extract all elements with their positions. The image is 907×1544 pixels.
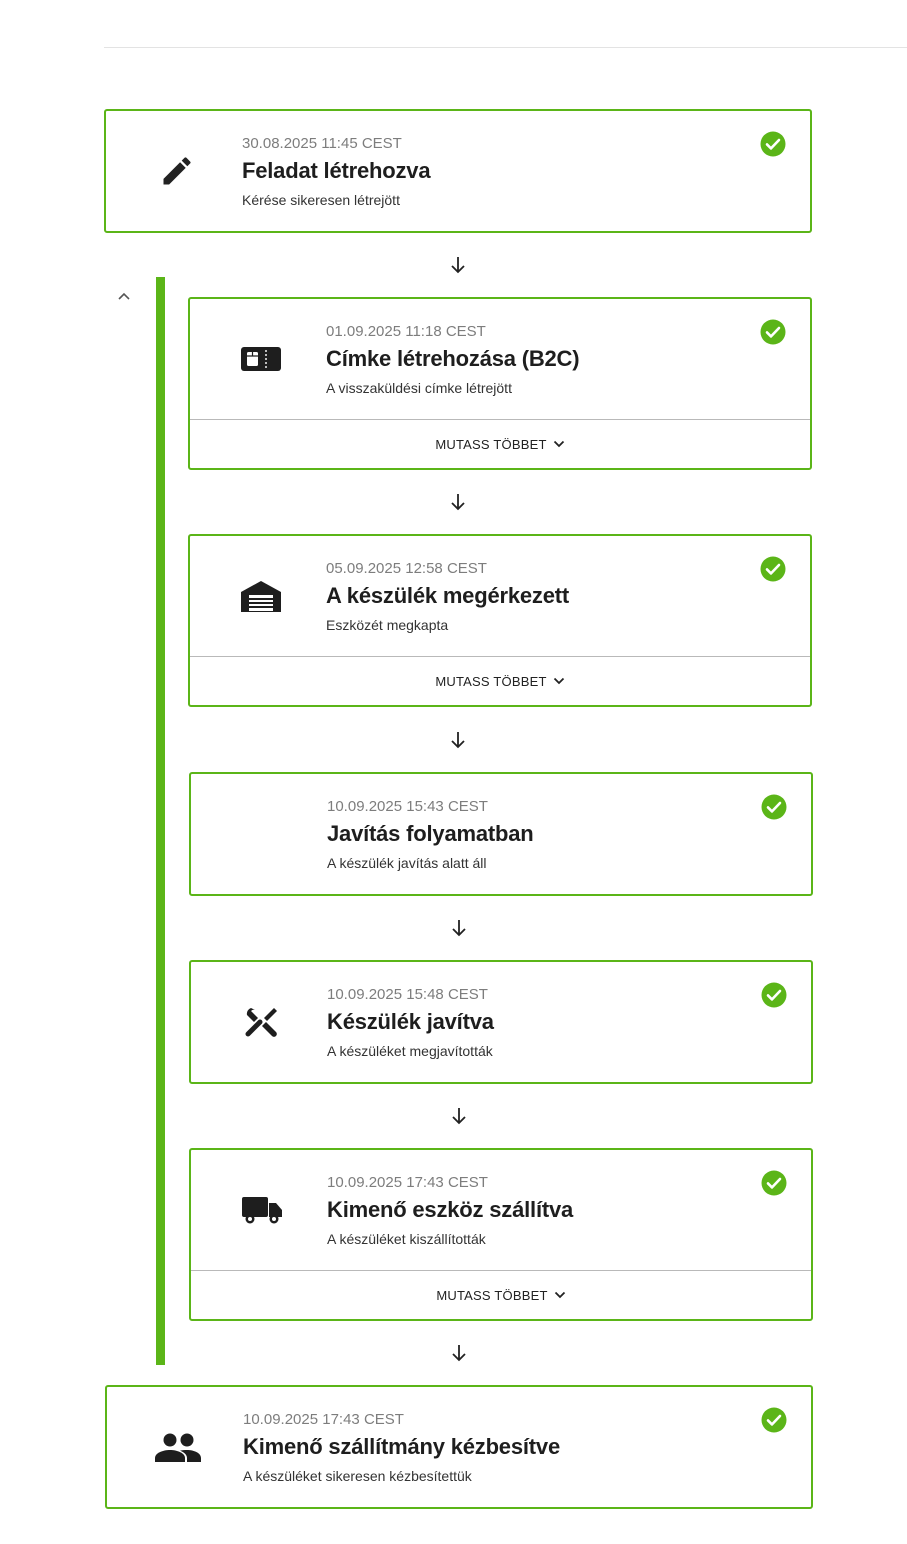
arrow-down-icon xyxy=(452,920,466,937)
pencil-icon xyxy=(106,111,248,231)
step-title: Címke létrehozása (B2C) xyxy=(326,346,580,371)
group-bracket-bar xyxy=(156,277,165,1365)
check-circle-icon xyxy=(760,319,786,345)
step-title: Készülék javítva xyxy=(327,1009,494,1034)
chevron-down-icon xyxy=(553,677,564,685)
tools-icon xyxy=(191,962,333,1082)
step-description: Eszközét megkapta xyxy=(326,617,449,633)
step-title: A készülék megérkezett xyxy=(326,583,570,608)
step-date: 10.09.2025 17:43 CEST xyxy=(243,1411,404,1428)
check-circle-icon xyxy=(760,556,786,582)
step-description: A készülék javítás alatt áll xyxy=(327,855,487,871)
label-ticket-icon xyxy=(190,299,332,419)
check-circle-icon xyxy=(761,1170,787,1196)
show-more-button[interactable]: MUTASS TÖBBET xyxy=(190,656,810,705)
arrow-down-icon xyxy=(451,257,465,274)
step-description: A készüléket megjavították xyxy=(327,1043,493,1059)
step-date: 10.09.2025 15:48 CEST xyxy=(327,986,488,1003)
show-more-label: MUTASS TÖBBET xyxy=(436,1287,548,1303)
chevron-down-icon xyxy=(553,440,564,448)
top-divider xyxy=(104,47,907,48)
timeline-step-device-arrived: 05.09.2025 12:58 CEST A készülék megérke… xyxy=(188,534,812,707)
arrow-down-icon xyxy=(451,494,465,511)
show-more-button[interactable]: MUTASS TÖBBET xyxy=(190,419,810,468)
timeline-step-label-created: 01.09.2025 11:18 CEST Címke létrehozása … xyxy=(188,297,812,470)
step-description: A készüléket sikeresen kézbesítettük xyxy=(243,1468,472,1484)
show-more-label: MUTASS TÖBBET xyxy=(435,436,547,452)
arrow-down-icon xyxy=(451,732,465,749)
step-title: Kimenő eszköz szállítva xyxy=(327,1197,574,1222)
step-title: Feladat létrehozva xyxy=(242,158,431,183)
step-title: Javítás folyamatban xyxy=(327,821,534,846)
step-date: 10.09.2025 17:43 CEST xyxy=(327,1174,488,1191)
timeline-step-delivered: 10.09.2025 17:43 CEST Kimenő szállítmány… xyxy=(105,1385,813,1509)
step-description: A visszaküldési címke létrejött xyxy=(326,380,512,396)
chevron-down-icon xyxy=(554,1291,565,1299)
show-more-label: MUTASS TÖBBET xyxy=(435,673,547,689)
check-circle-icon xyxy=(761,1407,787,1433)
step-date: 01.09.2025 11:18 CEST xyxy=(326,323,486,340)
step-date: 05.09.2025 12:58 CEST xyxy=(326,560,487,577)
chevron-up-icon[interactable] xyxy=(114,288,134,304)
check-circle-icon xyxy=(761,982,787,1008)
check-circle-icon xyxy=(761,794,787,820)
truck-icon xyxy=(191,1150,333,1270)
show-more-button[interactable]: MUTASS TÖBBET xyxy=(191,1270,811,1319)
arrow-down-icon xyxy=(452,1108,466,1125)
timeline-step-repaired: 10.09.2025 15:48 CEST Készülék javítva A… xyxy=(189,960,813,1084)
step-date: 10.09.2025 15:43 CEST xyxy=(327,798,488,815)
timeline-step-created: 30.08.2025 11:45 CEST Feladat létrehozva… xyxy=(104,109,812,233)
step-description: A készüléket kiszállították xyxy=(327,1231,486,1247)
step-title: Kimenő szállítmány kézbesítve xyxy=(243,1434,560,1459)
people-icon xyxy=(107,1387,249,1507)
timeline-step-shipped: 10.09.2025 17:43 CEST Kimenő eszköz szál… xyxy=(189,1148,813,1321)
arrow-down-icon xyxy=(452,1345,466,1362)
warehouse-icon xyxy=(190,536,332,656)
timeline-step-repair-in-progress: 10.09.2025 15:43 CEST Javítás folyamatba… xyxy=(189,772,813,896)
check-circle-icon xyxy=(760,131,786,157)
step-date: 30.08.2025 11:45 CEST xyxy=(242,135,402,152)
step-description: Kérése sikeresen létrejött xyxy=(242,192,400,208)
